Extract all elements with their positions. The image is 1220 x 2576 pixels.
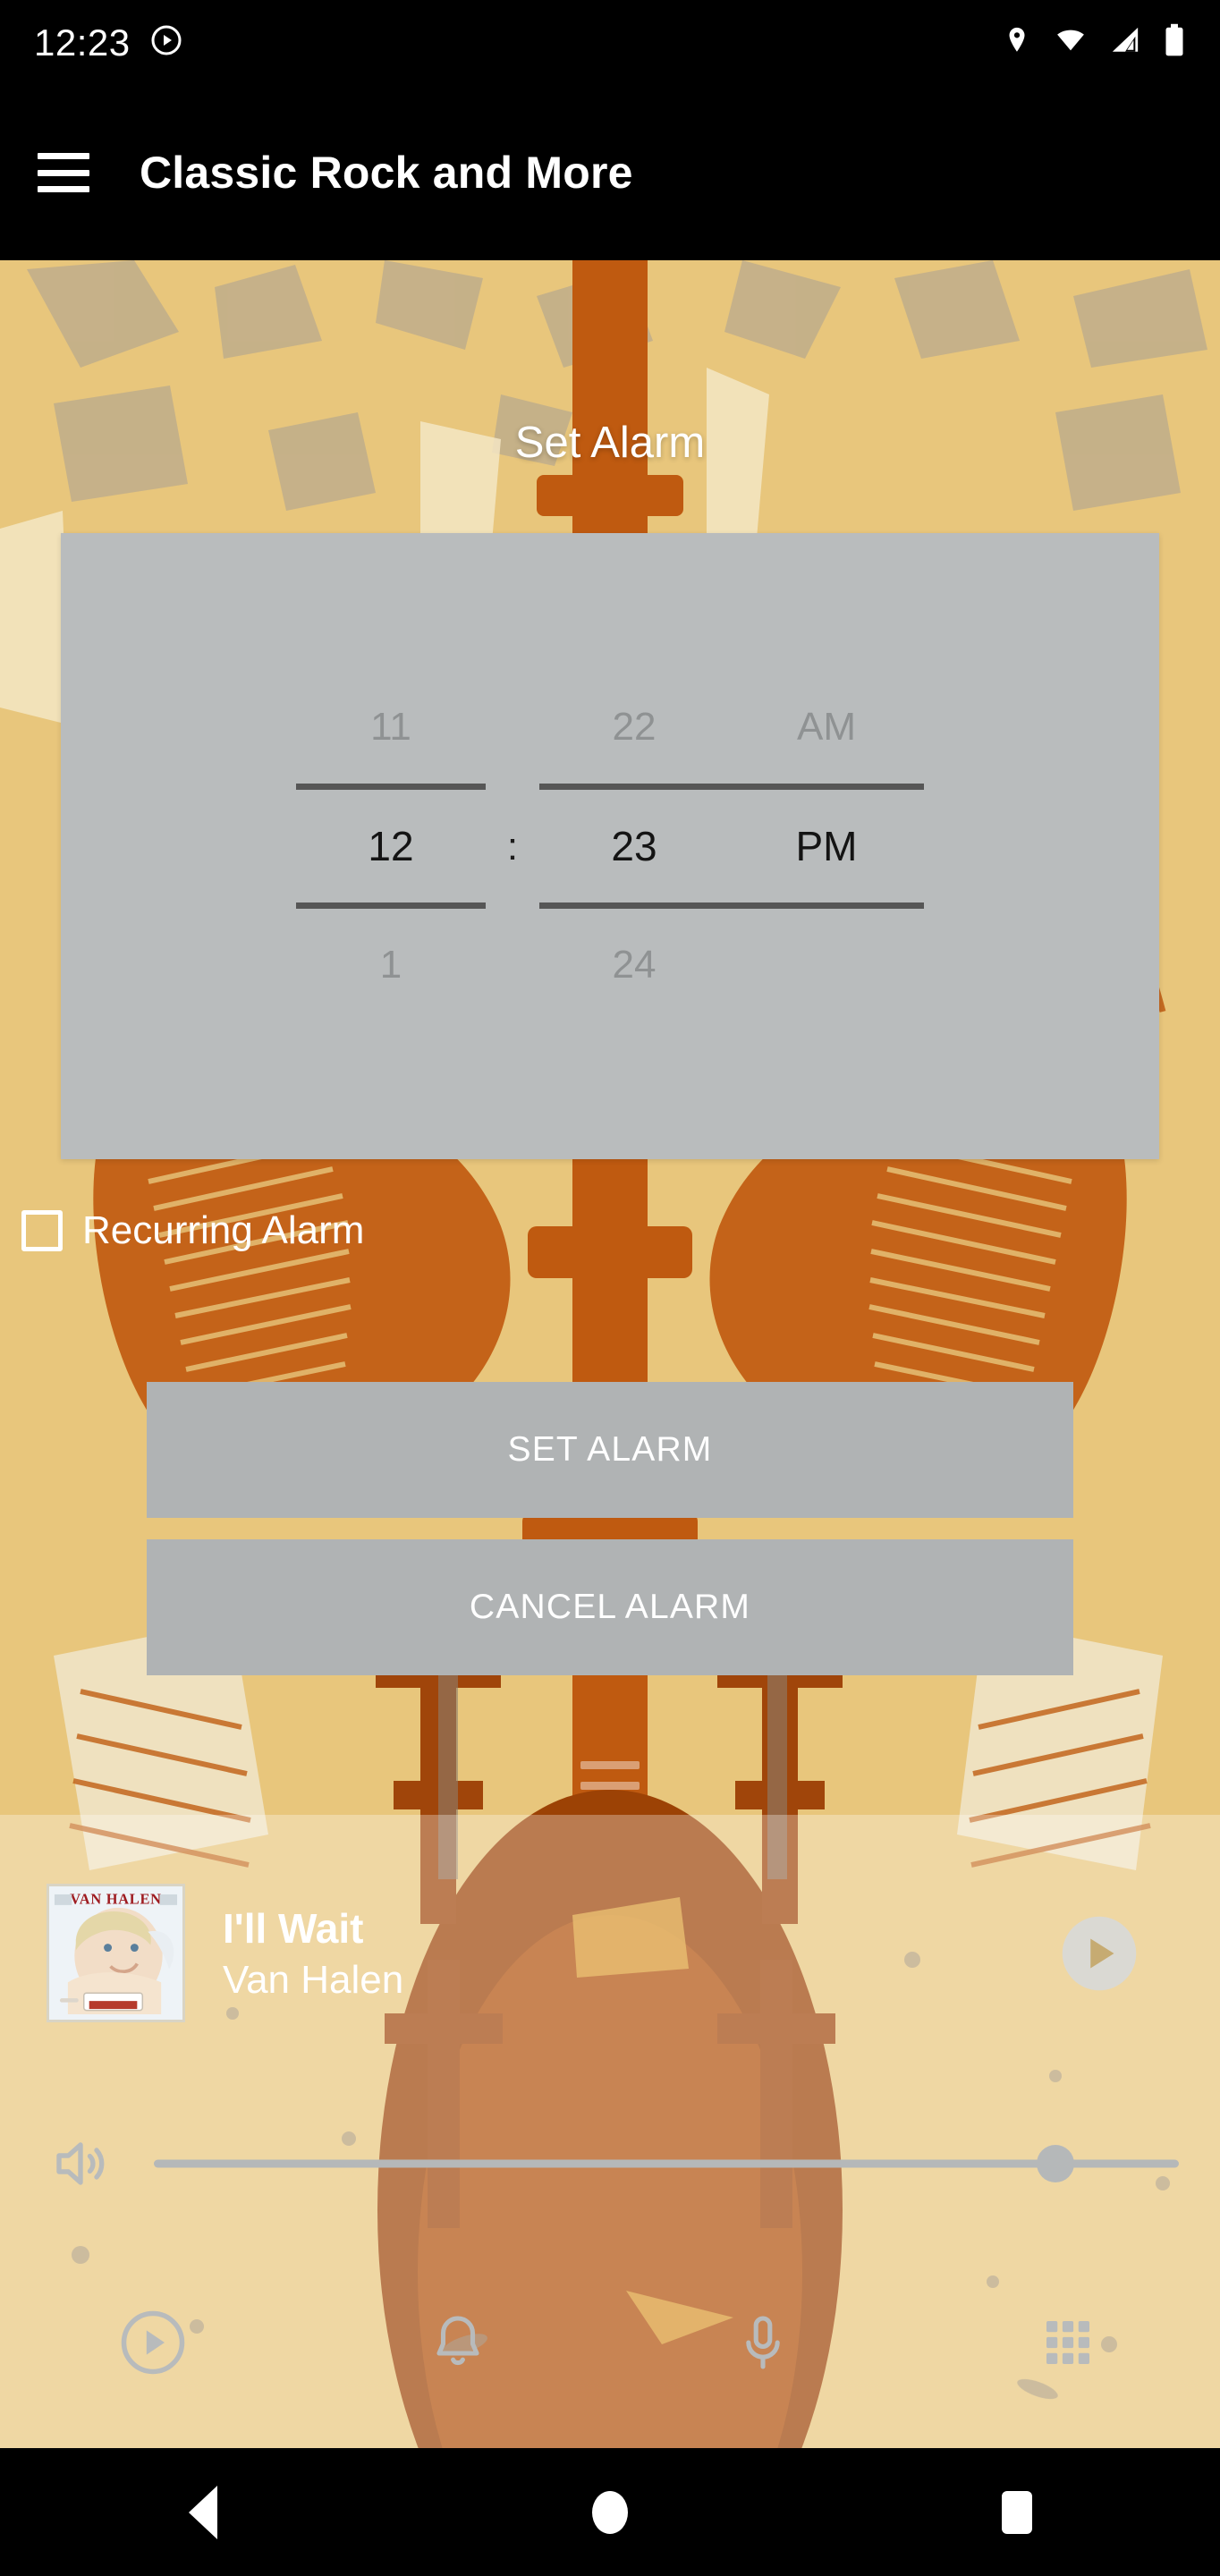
play-circle-icon — [150, 24, 182, 61]
volume-row — [0, 2110, 1220, 2217]
nav-home-button[interactable] — [407, 2490, 814, 2534]
volume-slider-thumb[interactable] — [1037, 2145, 1075, 2182]
home-circle-icon — [592, 2490, 628, 2534]
wifi-icon — [1054, 25, 1088, 60]
cancel-alarm-button[interactable]: CANCEL ALARM — [147, 1539, 1073, 1675]
hour-below[interactable]: 1 — [380, 930, 402, 1000]
svg-text:VAN HALEN: VAN HALEN — [70, 1890, 161, 1907]
now-playing-row[interactable]: VAN HALEN I'll Wait Van Halen — [0, 1861, 1220, 2045]
apps-button[interactable] — [915, 2314, 1220, 2371]
meridiem-above[interactable]: AM — [797, 692, 856, 762]
play-button[interactable] — [0, 2308, 305, 2377]
bell-icon — [436, 2316, 479, 2366]
track-artist: Van Halen — [223, 1957, 404, 2002]
android-nav-bar — [0, 2448, 1220, 2576]
time-separator-col: . : . — [486, 704, 539, 988]
volume-slider[interactable] — [154, 2128, 1179, 2199]
sep-spacer-top: . — [507, 704, 518, 774]
time-picker[interactable]: 11 12 1 . : . 22 23 — [61, 533, 1159, 1159]
apps-grid-icon — [1046, 2321, 1089, 2364]
meridiem-divider-top — [729, 784, 924, 790]
album-art-van-halen-1984: VAN HALEN — [47, 1884, 185, 2022]
nav-recents-button[interactable] — [813, 2490, 1220, 2534]
player-sheet: VAN HALEN I'll Wait Van Halen — [0, 1815, 1220, 2448]
drag-handle-icon[interactable] — [580, 1761, 640, 1790]
screen-title: Set Alarm — [514, 419, 706, 467]
minute-below[interactable]: 24 — [613, 930, 657, 1000]
volume-slider-track — [154, 2159, 1179, 2168]
meridiem-picker[interactable]: AM PM — [729, 692, 924, 1000]
track-title: I'll Wait — [223, 1904, 364, 1952]
page-title: Classic Rock and More — [140, 148, 633, 198]
status-bar-right — [1002, 23, 1186, 62]
microphone-icon — [745, 2316, 780, 2369]
hour-selected[interactable]: 12 — [368, 811, 413, 881]
recurring-alarm-label: Recurring Alarm — [82, 1208, 365, 1252]
sep-rule-bottom — [486, 891, 539, 897]
player-action-row — [0, 2262, 1220, 2423]
hamburger-menu-icon[interactable] — [38, 153, 89, 192]
cellular-signal-icon — [1109, 25, 1141, 60]
alarm-button[interactable] — [305, 2310, 610, 2375]
minute-selected[interactable]: 23 — [611, 811, 657, 881]
time-separator: : — [506, 825, 519, 869]
meridiem-divider-bottom — [729, 902, 924, 909]
minute-picker[interactable]: 22 23 24 — [539, 692, 729, 1000]
recurring-alarm-checkbox[interactable] — [21, 1210, 63, 1251]
minute-divider-top — [539, 784, 729, 790]
main-content: Set Alarm 11 12 1 . : . — [0, 260, 1220, 2448]
hour-divider-bottom — [296, 902, 486, 909]
battery-icon — [1163, 23, 1186, 62]
set-alarm-button[interactable]: SET ALARM — [147, 1382, 1073, 1518]
player-play-button[interactable] — [1059, 1913, 1140, 1994]
minute-above[interactable]: 22 — [613, 692, 657, 762]
minute-divider-bottom — [539, 902, 729, 909]
back-triangle-icon — [189, 2485, 218, 2539]
meridiem-selected[interactable]: PM — [796, 811, 858, 881]
play-circle-icon — [121, 2310, 184, 2375]
app-screen: 12:23 Classic Rock and More Set Alarm 11… — [0, 0, 1220, 2576]
sep-spacer-bottom: . — [507, 919, 518, 988]
sep-rule-top — [486, 795, 539, 801]
now-playing-text: I'll Wait Van Halen — [223, 1904, 403, 2003]
microphone-button[interactable] — [610, 2310, 915, 2375]
app-bar: Classic Rock and More — [0, 85, 1220, 260]
status-bar-left: 12:23 — [34, 21, 182, 64]
location-pin-icon — [1002, 25, 1032, 60]
recents-square-icon — [1001, 2490, 1032, 2534]
volume-up-icon[interactable] — [48, 2131, 113, 2196]
recurring-alarm-row[interactable]: Recurring Alarm — [21, 1208, 364, 1253]
hour-above[interactable]: 11 — [370, 692, 411, 762]
nav-back-button[interactable] — [0, 2485, 407, 2539]
hour-picker[interactable]: 11 12 1 — [296, 692, 486, 1000]
hour-divider-top — [296, 784, 486, 790]
status-bar: 12:23 — [0, 0, 1220, 85]
status-bar-clock: 12:23 — [34, 21, 131, 64]
